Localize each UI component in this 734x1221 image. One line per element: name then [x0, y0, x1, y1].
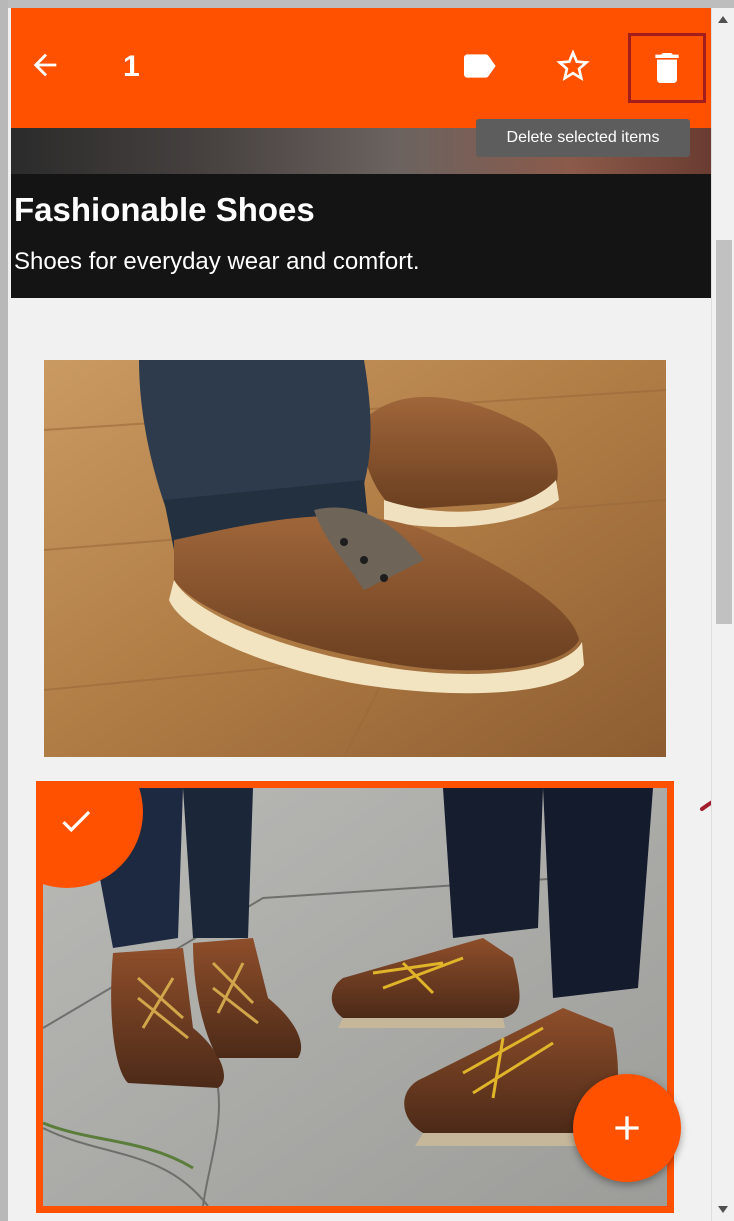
- window-frame-top: [0, 0, 734, 8]
- label-button[interactable]: [449, 36, 509, 96]
- plus-icon: [615, 1116, 639, 1140]
- add-button[interactable]: [573, 1074, 681, 1182]
- page-title: Fashionable Shoes: [14, 191, 315, 228]
- scroll-up-arrow-icon[interactable]: [718, 16, 728, 23]
- brown-boat-shoes-photo: [44, 360, 666, 757]
- label-icon: [464, 54, 496, 78]
- delete-tooltip: Delete selected items: [476, 119, 690, 157]
- arrow-back-icon: [33, 53, 57, 77]
- back-button[interactable]: [23, 43, 67, 87]
- delete-icon: [655, 53, 679, 83]
- window-frame-left: [0, 0, 8, 1221]
- selection-app-bar: 1: [11, 8, 711, 128]
- scroll-down-arrow-icon[interactable]: [718, 1206, 728, 1213]
- check-icon: [62, 810, 91, 833]
- gallery-panel: Fashionable Shoes Shoes for everyday wea…: [11, 8, 711, 1221]
- star-outline-icon: [556, 49, 590, 81]
- leather-hiking-boots-photo: [43, 788, 667, 1206]
- gallery-card[interactable]: [44, 360, 666, 757]
- page-subtitle: Shoes for everyday wear and comfort.: [14, 248, 420, 275]
- scrollbar-thumb[interactable]: [716, 240, 732, 624]
- delete-button[interactable]: [628, 33, 706, 103]
- vertical-scrollbar[interactable]: [711, 8, 734, 1221]
- favorite-button[interactable]: [543, 36, 603, 96]
- selected-count: 1: [123, 50, 140, 83]
